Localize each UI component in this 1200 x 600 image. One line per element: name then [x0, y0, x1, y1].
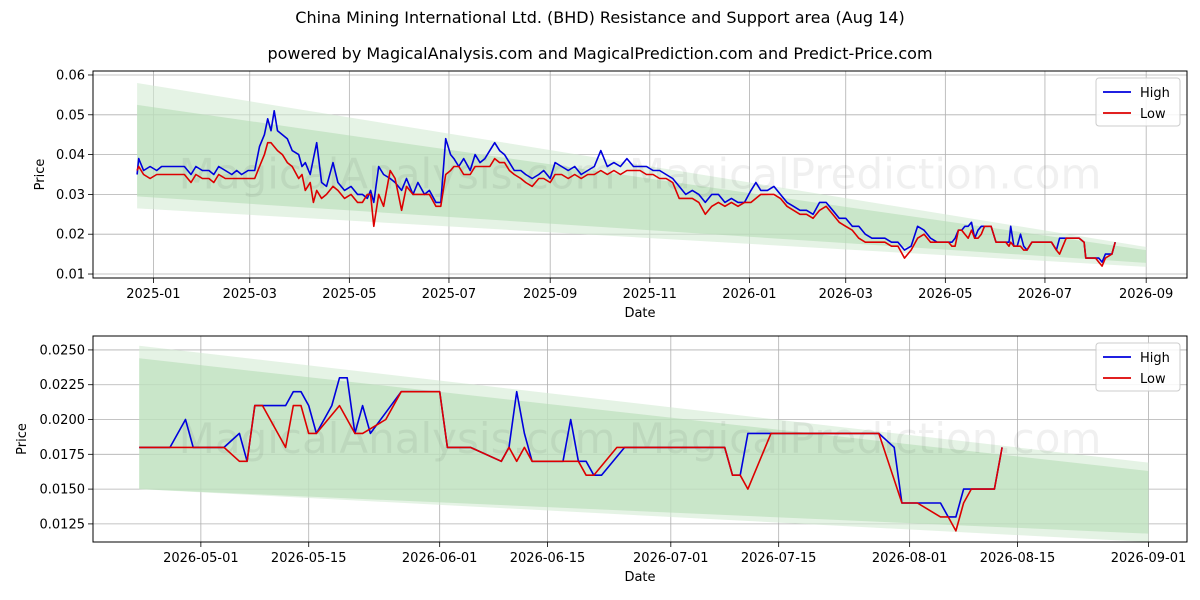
x-tick-label: 2026-08-01 [872, 551, 948, 566]
y-tick-label: 0.01 [56, 268, 85, 283]
x-tick-label: 2025-07 [422, 287, 476, 302]
chart-panel-1: MagicalAnalysis.com MagicalPrediction.co… [33, 68, 1188, 321]
legend-label-high: High [1140, 86, 1170, 101]
chart-panel-2: MagicalAnalysis.com MagicalPrediction.co… [15, 335, 1188, 585]
x-tick-label: 2026-08-15 [980, 551, 1056, 566]
x-tick-label: 2026-09-01 [1111, 551, 1187, 566]
x-tick-label: 2025-03 [223, 287, 277, 302]
y-tick-label: 0.0125 [40, 517, 86, 532]
x-tick-label: 2025-05 [322, 287, 376, 302]
y-tick-label: 0.06 [56, 68, 85, 83]
y-tick-label: 0.02 [56, 228, 85, 243]
legend-label-low: Low [1140, 372, 1166, 387]
y-axis-label: Price [33, 159, 48, 191]
x-tick-label: 2025-09 [523, 287, 577, 302]
x-tick-label: 2025-11 [623, 287, 677, 302]
x-tick-label: 2026-06-15 [510, 551, 586, 566]
x-tick-label: 2026-05 [918, 287, 972, 302]
y-tick-label: 0.0150 [40, 483, 86, 498]
x-tick-label: 2026-06-01 [402, 551, 478, 566]
x-tick-label: 2026-05-01 [163, 551, 239, 566]
y-tick-label: 0.0250 [40, 343, 86, 358]
y-tick-label: 0.0225 [40, 378, 86, 393]
x-tick-label: 2026-07-15 [741, 551, 817, 566]
figure: MagicalAnalysis.com MagicalPrediction.co… [15, 68, 1188, 585]
y-tick-label: 0.0200 [40, 413, 86, 428]
x-tick-label: 2026-07 [1018, 287, 1072, 302]
x-axis-label: Date [624, 570, 655, 585]
x-tick-label: 2025-01 [126, 287, 180, 302]
legend: High Low [1095, 342, 1181, 392]
y-tick-label: 0.03 [56, 188, 85, 203]
x-tick-label: 2026-09 [1119, 287, 1173, 302]
y-tick-label: 0.04 [56, 148, 85, 163]
y-tick-label: 0.05 [56, 108, 85, 123]
legend-label-high: High [1140, 351, 1170, 366]
y-axis-label: Price [15, 423, 30, 455]
y-tick-label: 0.0175 [40, 448, 86, 463]
watermark: MagicalAnalysis.com MagicalPrediction.co… [179, 414, 1102, 463]
x-tick-label: 2026-05-15 [271, 551, 347, 566]
legend-label-low: Low [1140, 107, 1166, 122]
x-tick-label: 2026-07-01 [633, 551, 709, 566]
legend: High Low [1095, 77, 1181, 127]
x-axis-label: Date [624, 306, 655, 321]
x-tick-label: 2026-01 [722, 287, 776, 302]
x-tick-label: 2026-03 [819, 287, 873, 302]
